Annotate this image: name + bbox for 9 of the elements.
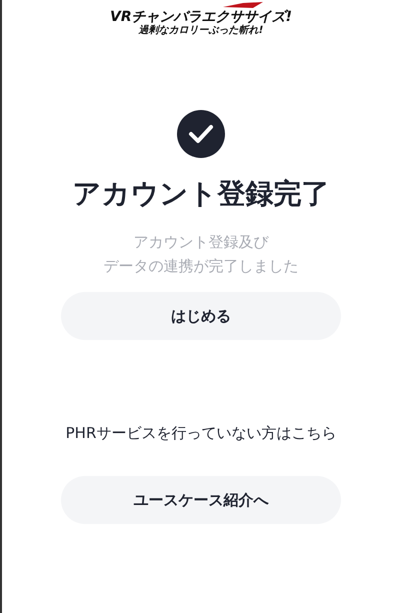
use-case-button[interactable]: ユースケース紹介へ: [61, 476, 341, 524]
start-button[interactable]: はじめる: [61, 292, 341, 340]
no-phr-text: PHRサービスを行っていない方はこちら: [66, 423, 336, 444]
logo-tagline: 過剰なカロリーぶった斬れ!: [138, 25, 264, 37]
completion-message: アカウント登録及び データの連携が完了しました: [104, 232, 298, 277]
check-icon: [177, 110, 225, 158]
logo-title: VRチャンバラエクササイズ!: [110, 9, 292, 25]
paint-splash-icon: [223, 2, 263, 8]
heading: アカウント登録完了: [72, 176, 330, 212]
